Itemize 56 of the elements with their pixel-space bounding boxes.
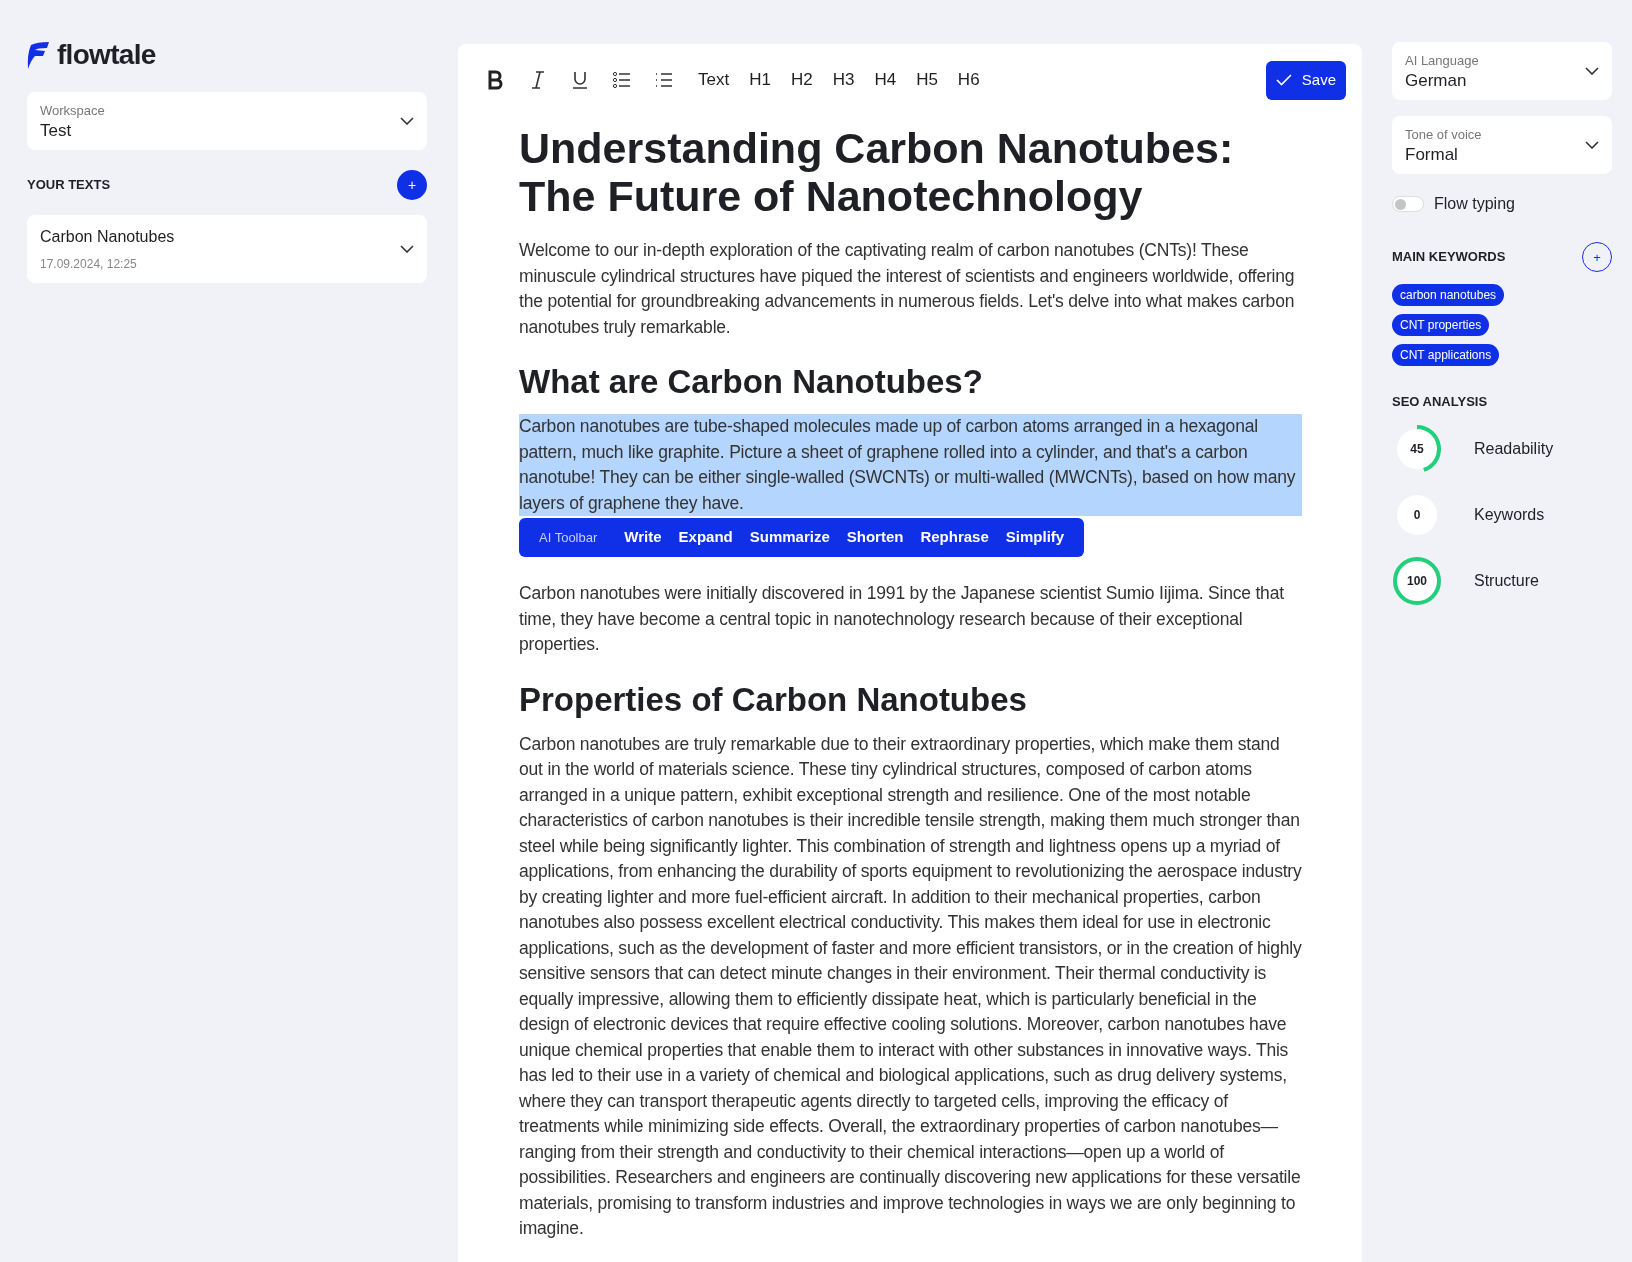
text-date: 17.09.2024, 12:25 [40, 256, 138, 273]
block-style-button[interactable]: Text [698, 67, 730, 93]
chevron-down-icon [1585, 67, 1599, 75]
block-style-button[interactable]: H1 [749, 67, 771, 93]
paragraph: Welcome to our in-depth exploration of the captivating realm of carbon nanotubes (CNTs)! These minuscule cylindrical structures have piqued the interest of scientists and engineers worldwide, offering the potential for groundbreaking advancements in numerous fields. Let's delve into what makes carbon nanotubes truly remarkable. [519, 239, 1296, 339]
block-style-button[interactable]: H4 [874, 67, 897, 93]
metric-label: Structure [1474, 570, 1539, 591]
settings-dropdown[interactable]: AI Language German [1392, 42, 1612, 100]
section-title: SEO ANALYSIS [1392, 393, 1489, 411]
ai-action-button[interactable]: Expand [678, 526, 733, 549]
ai-action-button[interactable]: Simplify [1005, 526, 1065, 549]
ai-action-button[interactable]: Summarize [749, 526, 830, 549]
dropdown-value: German [1405, 70, 1468, 91]
paragraph: Carbon nanotubes were initially discovered in 1991 by the Japanese scientist Sumio Iijima. Since that time, they have become a central topic in nanotechnology research because of their exceptional properties. [519, 582, 1285, 656]
score-value: 0 [1413, 506, 1421, 524]
save-button[interactable]: Save [1265, 60, 1346, 100]
flow-typing-toggle[interactable] [1392, 196, 1424, 212]
toolbar-label: AI Toolbar [539, 528, 598, 547]
block-style-button[interactable]: H2 [790, 67, 813, 93]
brand-name: flowtale [57, 38, 156, 72]
ai-action-button[interactable]: Write [624, 526, 662, 549]
workspace-dropdown[interactable]: Workspace Test [27, 92, 427, 150]
score-value: 100 [1407, 572, 1427, 590]
ai-action-button[interactable]: Rephrase [920, 526, 989, 549]
text-card[interactable]: Carbon Nanotubes 17.09.2024, 12:25 [27, 215, 427, 283]
keyword-tag: CNT applications [1392, 344, 1500, 366]
text-title: Carbon Nanotubes [40, 227, 175, 247]
section-title: MAIN KEYWORDS [1392, 248, 1506, 267]
dropdown-label: Workspace [40, 102, 105, 121]
dropdown-value: Test [40, 120, 73, 141]
document-title: Understanding Carbon Nanotubes: The Future of Nanotechnology [519, 124, 1235, 220]
block-style-button[interactable]: H6 [957, 67, 980, 93]
chevron-down-icon [1585, 141, 1599, 149]
dropdown-label: Tone of voice [1405, 126, 1482, 145]
chevron-down-icon [400, 117, 414, 125]
add-button[interactable]: + [397, 170, 427, 200]
metric-label: Keywords [1474, 504, 1545, 525]
keyword-tag: CNT properties [1392, 314, 1490, 336]
logo-icon [27, 41, 49, 69]
toggle-label: Flow typing [1434, 194, 1515, 214]
dropdown-value: Formal [1405, 144, 1459, 165]
block-style-button[interactable]: H5 [916, 67, 938, 93]
section-heading: Properties of Carbon Nanotubes [519, 679, 1028, 720]
chevron-down-icon [400, 245, 414, 253]
score-value: 45 [1410, 440, 1424, 458]
ai-action-button[interactable]: Shorten [846, 526, 904, 549]
section-title: YOUR TEXTS [27, 176, 111, 195]
metric-label: Readability [1474, 438, 1554, 459]
check-icon [1275, 74, 1292, 86]
section-heading: What are Carbon Nanotubes? [519, 362, 984, 402]
paragraph: Carbon nanotubes are truly remarkable due to their extraordinary properties, which make them stand out in the world of materials science. These tiny cylindrical structures, composed of carbon atoms arranged in a unique pattern, exhibit exceptional strength and resilience. One of the most notable characteristics of carbon nanotubes is their incredible tensile strength, making them much stronger than steel while being significantly lighter. This combination of strength and lightness opens up a myriad of applications, from enhancing the durability of sports equipment to revolutionizing the aerospace industry by creating lighter and more fuel-efficient aircraft. In addition to their mechanical properties, carbon nanotubes also possess excellent electrical conductivity. This makes them ideal for use in electronic applications, such as the development of faster and more efficient transistors, or in the creation of highly sensitive sensors that can detect minute changes in their environment. Their thermal conductivity is equally impressive, allowing them to efficiently dissipate heat, which is particularly beneficial in the design of electronic devices that require effective cooling solutions. Moreover, carbon nanotubes have unique chemical properties that enable them to interact with other substances in innovative ways. This has led to their use in a variety of chemical and biological applications, such as drug delivery systems, where they can transport therapeutic agents directly to targeted cells, improving the efficacy of treatments while minimizing side effects. Overall, the extraordinary properties of carbon nanotubes—ranging from their strength and conductivity to their chemical interactions—open up a world of possibilities. Researchers and engineers are continually discovering new applications for these versatile materials, promising to transform industries and improve technologies in ways we are only beginning to imagine. [519, 732, 1302, 1240]
block-style-button[interactable]: H3 [832, 67, 855, 93]
keyword-tag: carbon nanotubes [1392, 284, 1505, 306]
settings-dropdown[interactable]: Tone of voice Formal [1392, 116, 1612, 174]
selected-paragraph: Carbon nanotubes are tube-shaped molecules made up of carbon atoms arranged in a hexagonal pattern, much like graphite. Picture a sheet of graphene rolled into a cylinder, and that's a carbon nanotube! They can be either single-walled (SWCNTs) or multi-walled (MWCNTs), based on how many layers of graphene they have. [519, 414, 1302, 516]
dropdown-label: AI Language [1405, 52, 1479, 71]
